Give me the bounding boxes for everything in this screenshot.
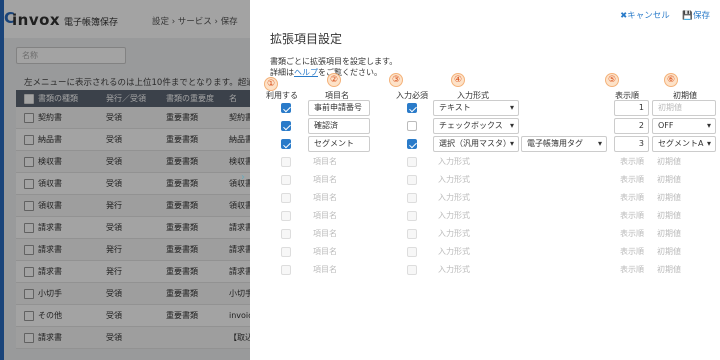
- initial-value-input[interactable]: 初期値: [652, 100, 716, 116]
- settings-row: セグメント 選択（汎用マスタ）電子帳簿用タグ 3セグメントA: [252, 136, 720, 154]
- marker-4: ④: [451, 73, 465, 87]
- settings-row: 項目名 入力形式 表示順 初期値: [252, 172, 720, 190]
- settings-row: 項目名 入力形式 表示順 初期値: [252, 154, 720, 172]
- settings-row: 事前申請番号 テキスト 1初期値: [252, 100, 720, 118]
- marker-6: ⑥: [664, 73, 678, 87]
- order-placeholder: 表示順: [620, 193, 644, 202]
- format-placeholder: 入力形式: [438, 265, 470, 274]
- use-checkbox[interactable]: [281, 139, 291, 149]
- settings-row: 項目名 入力形式 表示順 初期値: [252, 226, 720, 244]
- description-line-1: 書類ごとに拡張項目を設定します。: [270, 57, 398, 66]
- required-checkbox[interactable]: [407, 103, 417, 113]
- format-select[interactable]: チェックボックス: [433, 118, 519, 134]
- help-link[interactable]: ヘルプ: [294, 68, 318, 77]
- initial-placeholder: 初期値: [657, 175, 681, 184]
- item-name-input[interactable]: 確認済: [308, 118, 370, 134]
- format-placeholder: 入力形式: [438, 157, 470, 166]
- required-checkbox: [407, 247, 417, 257]
- initial-placeholder: 初期値: [657, 247, 681, 256]
- format-select[interactable]: テキスト: [433, 100, 519, 116]
- order-placeholder: 表示順: [620, 211, 644, 220]
- marker-3: ③: [389, 73, 403, 87]
- format-placeholder: 入力形式: [438, 229, 470, 238]
- marker-5: ⑤: [605, 73, 619, 87]
- settings-row: 項目名 入力形式 表示順 初期値: [252, 244, 720, 262]
- order-placeholder: 表示順: [620, 175, 644, 184]
- display-order-input[interactable]: 1: [614, 100, 649, 116]
- panel-title: 拡張項目設定: [270, 32, 343, 46]
- use-checkbox[interactable]: [281, 103, 291, 113]
- required-checkbox: [407, 211, 417, 221]
- item-name-placeholder: 項目名: [313, 247, 337, 256]
- use-checkbox[interactable]: [281, 265, 291, 275]
- order-placeholder: 表示順: [620, 265, 644, 274]
- master-select[interactable]: 電子帳簿用タグ: [521, 136, 607, 152]
- format-placeholder: 入力形式: [438, 247, 470, 256]
- settings-row: 確認済 チェックボックス 2OFF: [252, 118, 720, 136]
- display-order-input[interactable]: 2: [614, 118, 649, 134]
- modal-overlay: [0, 0, 250, 360]
- required-checkbox[interactable]: [407, 139, 417, 149]
- required-checkbox[interactable]: [407, 121, 417, 131]
- order-placeholder: 表示順: [620, 229, 644, 238]
- settings-row: 項目名 入力形式 表示順 初期値: [252, 190, 720, 208]
- format-select[interactable]: 選択（汎用マスタ）: [433, 136, 519, 152]
- item-name-placeholder: 項目名: [313, 211, 337, 220]
- settings-row: 項目名 入力形式 表示順 初期値: [252, 262, 720, 280]
- use-checkbox[interactable]: [281, 247, 291, 257]
- initial-placeholder: 初期値: [657, 229, 681, 238]
- initial-placeholder: 初期値: [657, 265, 681, 274]
- order-placeholder: 表示順: [620, 247, 644, 256]
- use-checkbox[interactable]: [281, 193, 291, 203]
- item-name-input[interactable]: セグメント: [308, 136, 370, 152]
- initial-value-input[interactable]: セグメントA: [652, 136, 716, 152]
- required-checkbox: [407, 193, 417, 203]
- format-placeholder: 入力形式: [438, 193, 470, 202]
- display-order-input[interactable]: 3: [614, 136, 649, 152]
- required-checkbox: [407, 175, 417, 185]
- item-name-placeholder: 項目名: [313, 229, 337, 238]
- initial-value-input[interactable]: OFF: [652, 118, 716, 134]
- required-checkbox: [407, 265, 417, 275]
- required-checkbox: [407, 157, 417, 167]
- initial-placeholder: 初期値: [657, 193, 681, 202]
- item-name-placeholder: 項目名: [313, 265, 337, 274]
- order-placeholder: 表示順: [620, 157, 644, 166]
- required-checkbox: [407, 229, 417, 239]
- item-name-placeholder: 項目名: [313, 157, 337, 166]
- description-prefix: 詳細は: [270, 68, 294, 77]
- use-checkbox[interactable]: [281, 211, 291, 221]
- initial-placeholder: 初期値: [657, 211, 681, 220]
- save-button[interactable]: 💾保存: [682, 11, 710, 21]
- item-name-input[interactable]: 事前申請番号: [308, 100, 370, 116]
- marker-2: ②: [327, 73, 341, 87]
- chevron-right-icon: ›: [241, 172, 245, 183]
- use-checkbox[interactable]: [281, 229, 291, 239]
- item-name-placeholder: 項目名: [313, 175, 337, 184]
- item-name-placeholder: 項目名: [313, 193, 337, 202]
- format-placeholder: 入力形式: [438, 211, 470, 220]
- cancel-button[interactable]: ✖キャンセル: [620, 11, 670, 21]
- use-checkbox[interactable]: [281, 121, 291, 131]
- marker-1: ①: [264, 77, 278, 91]
- settings-row: 項目名 入力形式 表示順 初期値: [252, 208, 720, 226]
- background-page: C invox 電子帳簿保存 設定 › サービス › 保存 名称 左メニューに表…: [0, 0, 250, 360]
- extension-settings-panel: ✖キャンセル 💾保存 拡張項目設定 書類ごとに拡張項目を設定します。 詳細はヘル…: [252, 0, 720, 360]
- use-checkbox[interactable]: [281, 157, 291, 167]
- use-checkbox[interactable]: [281, 175, 291, 185]
- initial-placeholder: 初期値: [657, 157, 681, 166]
- format-placeholder: 入力形式: [438, 175, 470, 184]
